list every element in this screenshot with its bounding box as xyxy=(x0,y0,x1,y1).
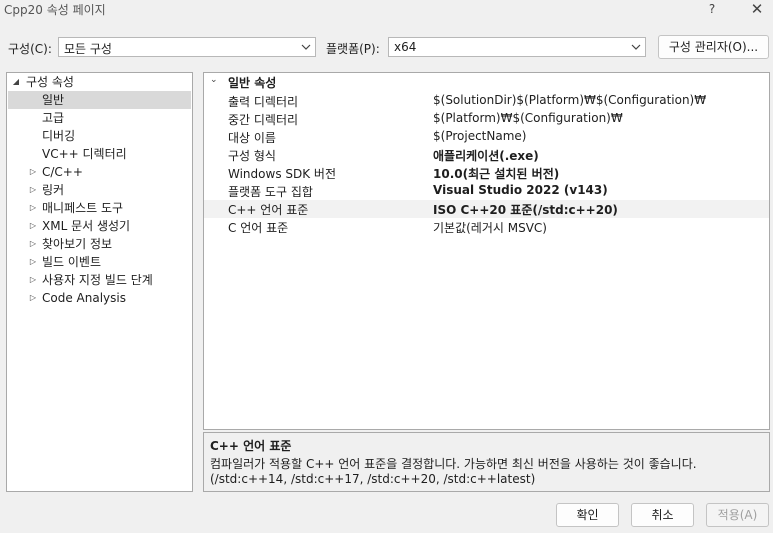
platform-value: x64 xyxy=(394,40,417,54)
ok-button[interactable]: 확인 xyxy=(556,503,619,527)
property-value[interactable]: $(Platform)₩$(Configuration)₩ xyxy=(433,111,623,125)
property-row[interactable]: C 언어 표준 기본값(레거시 MSVC) xyxy=(204,218,769,236)
platform-dropdown[interactable]: x64 xyxy=(388,37,646,57)
property-name: 출력 디렉터리 xyxy=(228,95,299,109)
collapsed-arrow-icon[interactable]: ▷ xyxy=(29,181,37,199)
property-value[interactable]: 10.0(최근 설치된 버전) xyxy=(433,165,559,182)
property-row[interactable]: 플랫폼 도구 집합 Visual Studio 2022 (v143) xyxy=(204,182,769,200)
property-value[interactable]: 애플리케이션(.exe) xyxy=(433,147,539,164)
tree-item[interactable]: 디버깅 xyxy=(42,127,75,145)
config-value: 모든 구성 xyxy=(64,42,112,56)
tree-item[interactable]: 일반 xyxy=(42,91,64,109)
tree-item[interactable]: 사용자 지정 빌드 단계 xyxy=(42,271,153,289)
property-row[interactable]: 중간 디렉터리 $(Platform)₩$(Configuration)₩ xyxy=(204,110,769,128)
property-name: C 언어 표준 xyxy=(228,221,289,235)
description-text: 컴파일러가 적용할 C++ 언어 표준을 결정합니다. 가능하면 최신 버전을 … xyxy=(210,457,697,471)
property-value[interactable]: ISO C++20 표준(/std:c++20) xyxy=(433,201,618,218)
tree-selection-highlight xyxy=(8,91,191,109)
property-row[interactable]: C++ 언어 표준 ISO C++20 표준(/std:c++20) xyxy=(204,200,769,218)
tree-item[interactable]: VC++ 디렉터리 xyxy=(42,145,127,163)
window-title: Cpp20 속성 페이지 xyxy=(4,3,106,17)
title-bar: Cpp20 속성 페이지 ? ✕ xyxy=(0,0,773,20)
config-manager-button[interactable]: 구성 관리자(O)... xyxy=(658,35,769,59)
property-row[interactable]: 구성 형식 애플리케이션(.exe) xyxy=(204,146,769,164)
property-row[interactable]: 대상 이름 $(ProjectName) xyxy=(204,128,769,146)
close-icon[interactable]: ✕ xyxy=(743,0,771,20)
apply-button[interactable]: 적용(A) xyxy=(706,503,769,527)
description-panel: C++ 언어 표준 컴파일러가 적용할 C++ 언어 표준을 결정합니다. 가능… xyxy=(203,432,770,492)
tree-item[interactable]: 매니페스트 도구 xyxy=(42,199,123,217)
property-row[interactable]: 출력 디렉터리 $(SolutionDir)$(Platform)₩$(Confi… xyxy=(204,92,769,110)
cancel-button[interactable]: 취소 xyxy=(631,503,694,527)
tree-item[interactable]: 빌드 이벤트 xyxy=(42,253,101,271)
tree-item[interactable]: XML 문서 생성기 xyxy=(42,217,130,235)
collapsed-arrow-icon[interactable]: ▷ xyxy=(29,271,37,289)
description-title: C++ 언어 표준 xyxy=(210,439,292,453)
collapsed-arrow-icon[interactable]: ▷ xyxy=(29,217,37,235)
platform-label: 플랫폼(P): xyxy=(326,42,380,56)
property-value[interactable]: $(ProjectName) xyxy=(433,129,526,143)
property-name: Windows SDK 버전 xyxy=(228,167,337,181)
chevron-down-icon xyxy=(301,44,311,50)
collapsed-arrow-icon[interactable]: ▷ xyxy=(29,163,37,181)
chevron-down-icon xyxy=(631,44,641,50)
tree-item[interactable]: 고급 xyxy=(42,109,64,127)
property-name: C++ 언어 표준 xyxy=(228,203,309,217)
property-row[interactable]: Windows SDK 버전 10.0(최근 설치된 버전) xyxy=(204,164,769,182)
collapsed-arrow-icon[interactable]: ▷ xyxy=(29,289,37,307)
property-name: 중간 디렉터리 xyxy=(228,113,299,127)
tree-root-config-properties[interactable]: 구성 속성 xyxy=(26,73,74,91)
property-grid[interactable]: ⌄ 일반 속성 출력 디렉터리 $(SolutionDir)$(Platform)… xyxy=(203,72,770,430)
property-value[interactable]: $(SolutionDir)$(Platform)₩$(Configuratio… xyxy=(433,93,706,107)
section-header: 일반 속성 xyxy=(228,76,277,90)
config-label: 구성(C): xyxy=(8,42,52,56)
property-value[interactable]: 기본값(레거시 MSVC) xyxy=(433,219,547,236)
help-icon[interactable]: ? xyxy=(701,0,723,20)
property-value[interactable]: Visual Studio 2022 (v143) xyxy=(433,183,608,197)
tree-item[interactable]: 링커 xyxy=(42,181,64,199)
collapsed-arrow-icon[interactable]: ▷ xyxy=(29,235,37,253)
property-tree[interactable]: ◢ 구성 속성 일반 고급 디버깅 VC++ 디렉터리 ▷ C/C++ ▷ 링커 ▷ 매니페스트 … xyxy=(6,72,193,492)
tree-item[interactable]: 찾아보기 정보 xyxy=(42,235,112,253)
collapsed-arrow-icon[interactable]: ▷ xyxy=(29,253,37,271)
tree-item[interactable]: Code Analysis xyxy=(42,289,126,307)
tree-item[interactable]: C/C++ xyxy=(42,163,83,181)
property-name: 구성 형식 xyxy=(228,149,276,163)
property-name: 대상 이름 xyxy=(228,131,276,145)
config-dropdown[interactable]: 모든 구성 xyxy=(58,37,316,57)
section-collapse-icon[interactable]: ⌄ xyxy=(210,75,218,85)
description-options: (/std:c++14, /std:c++17, /std:c++20, /st… xyxy=(210,472,536,486)
property-name: 플랫폼 도구 집합 xyxy=(228,185,313,199)
expanded-arrow-icon[interactable]: ◢ xyxy=(12,73,20,91)
collapsed-arrow-icon[interactable]: ▷ xyxy=(29,199,37,217)
